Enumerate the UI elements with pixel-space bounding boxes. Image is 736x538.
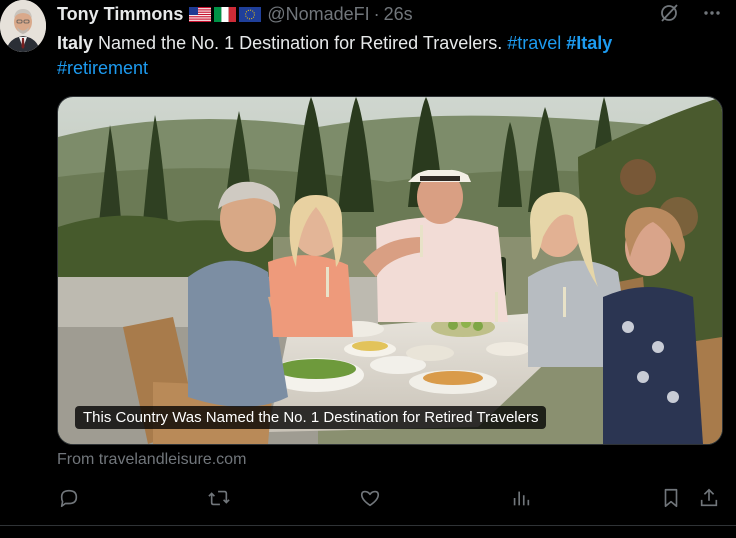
- author-handle[interactable]: @NomadeFI: [267, 4, 369, 25]
- italy-flag-icon: [214, 6, 237, 22]
- tweet-text-body: Named the No. 1 Destination for Retired …: [93, 33, 508, 53]
- avatar[interactable]: [0, 0, 46, 52]
- hashtag-retirement[interactable]: #retirement: [57, 58, 148, 78]
- author-name[interactable]: Tony Timmons: [57, 4, 183, 25]
- tweet-header: Tony Timmons @NomadeFI · 26s: [57, 3, 413, 25]
- tweet-text: Italy Named the No. 1 Destination for Re…: [57, 31, 707, 81]
- tweet-text-bold: Italy: [57, 33, 94, 53]
- separator-dot: ·: [373, 3, 380, 24]
- card-title: This Country Was Named the No. 1 Destina…: [75, 406, 547, 429]
- top-right-actions: [658, 2, 722, 29]
- views-icon[interactable]: [509, 486, 533, 510]
- divider: [0, 525, 736, 526]
- tweet-timestamp[interactable]: 26s: [384, 4, 413, 25]
- card-source[interactable]: From travelandleisure.com: [57, 451, 246, 469]
- flag-emojis: [189, 6, 262, 22]
- grok-icon[interactable]: [658, 2, 680, 29]
- action-bar: [57, 486, 727, 514]
- reply-icon[interactable]: [57, 486, 81, 510]
- bookmark-icon[interactable]: [659, 486, 683, 510]
- more-options-icon[interactable]: [702, 3, 722, 28]
- link-card[interactable]: This Country Was Named the No. 1 Destina…: [57, 96, 723, 445]
- eu-flag-icon: [239, 6, 262, 22]
- like-icon[interactable]: [358, 486, 382, 510]
- share-icon[interactable]: [697, 486, 721, 510]
- retweet-icon[interactable]: [207, 486, 231, 510]
- card-image: [58, 97, 722, 444]
- hashtag-travel[interactable]: #travel: [507, 33, 561, 53]
- us-flag-icon: [189, 6, 212, 22]
- hashtag-italy[interactable]: #Italy: [566, 33, 612, 53]
